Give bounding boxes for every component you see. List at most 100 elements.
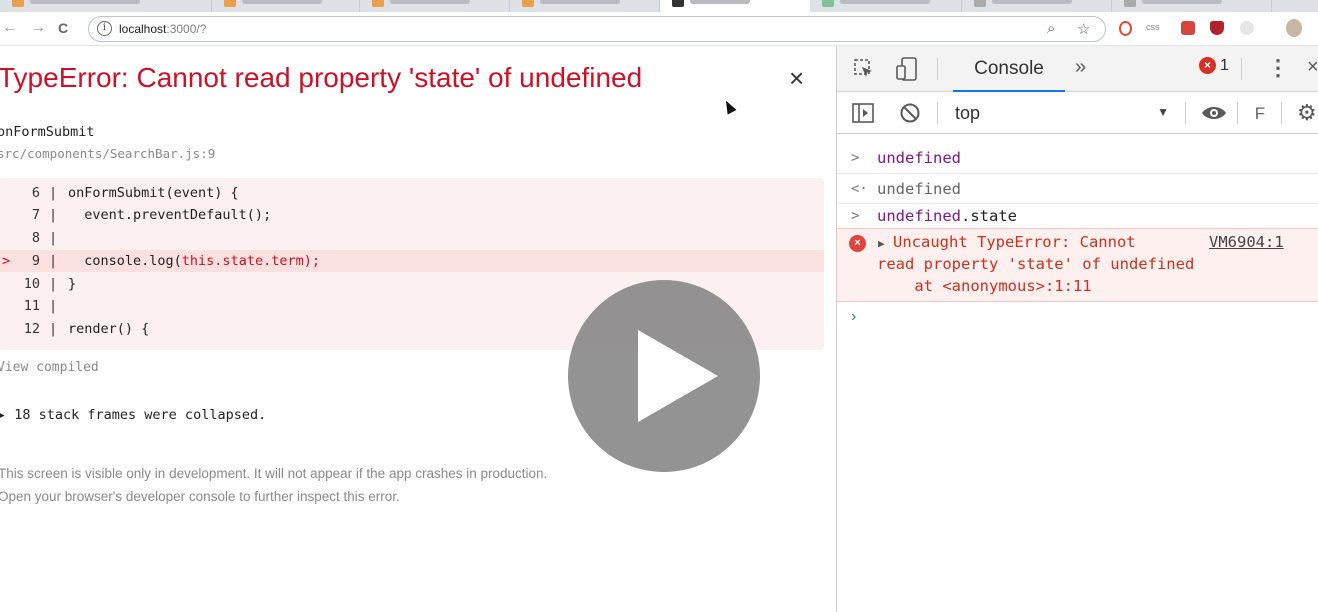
tab-title-placeholder [1142, 0, 1222, 4]
stack-function-name: onFormSubmit [0, 124, 95, 140]
tab-title-placeholder [540, 0, 620, 4]
browser-tab-active[interactable] [660, 0, 810, 12]
error-stack-text: at <anonymous>:1:11 [877, 277, 1092, 295]
input-prompt-icon: > [851, 150, 860, 166]
error-source-link[interactable]: VM6904:1 [1209, 231, 1284, 253]
tab-favicon-icon [372, 0, 384, 7]
line-number: 12 [23, 321, 40, 337]
kebab-menu-icon[interactable]: ⋮ [1267, 55, 1289, 81]
browser-tab[interactable] [1112, 0, 1272, 12]
console-prompt-icon[interactable]: › [851, 308, 856, 326]
line-code: render() { [68, 321, 150, 337]
tab-title-placeholder [242, 0, 322, 4]
error-count[interactable]: 1 [1220, 57, 1229, 75]
error-title: TypeError: Cannot read property 'state' … [0, 62, 643, 93]
error-text: read property 'state' of undefined [877, 255, 1195, 273]
devtools-panel: Console » × 1 ⋮ × top ▼ F ⚙ > undefined … [836, 46, 1318, 612]
line-gutter: | [49, 298, 58, 314]
device-toolbar-icon[interactable] [895, 56, 919, 82]
live-expression-eye-icon[interactable] [1201, 104, 1227, 122]
console-token-property: .state [961, 207, 1017, 225]
line-number: 10 [23, 276, 40, 292]
more-tabs-button[interactable]: » [1075, 56, 1086, 79]
console-input-text: undefined.state [877, 205, 1017, 227]
tab-favicon-icon [12, 0, 24, 7]
zoom-icon[interactable]: ⌕ [1047, 20, 1055, 37]
console-input-line: > undefined.state [837, 204, 1318, 228]
profile-avatar[interactable] [1286, 19, 1302, 37]
browser-tab[interactable] [962, 0, 1112, 12]
reload-button[interactable]: C [58, 17, 68, 39]
clear-console-icon[interactable] [899, 102, 921, 124]
error-badge-icon[interactable]: × [1199, 57, 1216, 74]
gear-icon[interactable]: ⚙ [1297, 100, 1317, 126]
browser-toolbar: ← → C i localhost:3000/? ⌕ ☆ css [0, 12, 1318, 46]
error-icon: × [849, 235, 866, 252]
tab-title-placeholder [30, 0, 140, 4]
code-line: 6 | onFormSubmit(event) { [0, 182, 824, 204]
error-text: Uncaught TypeError: Cannot [893, 233, 1136, 251]
play-icon [638, 330, 718, 422]
toolbar-divider [1237, 102, 1238, 124]
css-extension-icon[interactable]: css [1146, 22, 1164, 36]
browser-tab[interactable] [810, 0, 962, 12]
close-icon[interactable]: × [789, 64, 804, 92]
tab-title-placeholder [390, 0, 470, 4]
dev-footnote: Open your browser's developer console to… [0, 489, 400, 504]
address-bar[interactable]: i localhost:3000/? ⌕ ☆ [88, 16, 1106, 42]
line-code-plain: console.log( [68, 253, 182, 269]
browser-tab[interactable] [212, 0, 360, 12]
tab-favicon-icon [672, 0, 684, 7]
context-selector[interactable]: top ▼ [947, 101, 1169, 125]
console-filter-bar: top ▼ F ⚙ [837, 92, 1318, 134]
shield-extension-icon[interactable] [1210, 21, 1224, 35]
extension-gray-icon[interactable] [1240, 21, 1254, 35]
console-token-undefined: undefined [877, 207, 961, 225]
opera-extension-icon[interactable] [1119, 21, 1132, 36]
browser-tab[interactable] [510, 0, 660, 12]
console-input-text: undefined [877, 149, 961, 167]
toolbar-divider [1185, 102, 1186, 124]
filter-input[interactable]: F [1247, 101, 1273, 127]
code-line: 8 | [0, 227, 824, 249]
result-arrow-icon: <· [851, 181, 868, 197]
line-code-error: this.state.term); [181, 253, 320, 269]
inspect-element-icon[interactable] [853, 58, 875, 80]
line-gutter: | [49, 276, 58, 292]
browser-tab[interactable] [360, 0, 510, 12]
input-prompt-icon: > [851, 208, 860, 224]
site-info-icon[interactable]: i [97, 21, 112, 36]
line-gutter: | [49, 185, 58, 201]
console-error-message: × ▶ Uncaught TypeError: Cannot read prop… [837, 228, 1318, 302]
line-number: 7 [31, 207, 40, 223]
tab-favicon-icon [974, 0, 986, 7]
toolbar-divider [937, 102, 938, 124]
toolbar-divider [937, 58, 938, 80]
line-gutter: | [49, 253, 58, 269]
toolbar-divider [1281, 102, 1282, 124]
collapsed-frames-toggle[interactable]: ▸ 18 stack frames were collapsed. [0, 407, 266, 423]
context-value: top [955, 103, 981, 123]
browser-tab[interactable] [0, 0, 212, 12]
tab-favicon-icon [224, 0, 236, 7]
error-line-marker: > [2, 253, 11, 269]
sidebar-toggle-icon[interactable] [851, 102, 875, 124]
stack-file-location[interactable]: src/components/SearchBar.js:9 [0, 146, 215, 161]
line-gutter: | [49, 230, 58, 246]
extension-red-icon[interactable] [1181, 21, 1195, 35]
play-button[interactable] [568, 280, 760, 472]
line-number: 6 [31, 185, 40, 201]
console-input-line: > undefined [837, 142, 1318, 174]
view-compiled-link[interactable]: View compiled [0, 360, 99, 375]
tab-strip [0, 0, 1318, 12]
dev-footnote: This screen is visible only in developme… [0, 466, 548, 481]
bookmark-star-icon[interactable]: ☆ [1077, 20, 1090, 38]
expand-triangle-icon[interactable]: ▶ [878, 233, 885, 255]
url-path: :3000/? [166, 22, 207, 36]
line-code: console.log(this.state.term); [68, 250, 320, 272]
close-devtools-icon[interactable]: × [1307, 56, 1318, 79]
line-gutter: | [49, 321, 58, 337]
forward-button[interactable]: → [30, 17, 46, 39]
back-button[interactable]: ← [2, 17, 18, 39]
tab-console[interactable]: Console [953, 46, 1065, 92]
